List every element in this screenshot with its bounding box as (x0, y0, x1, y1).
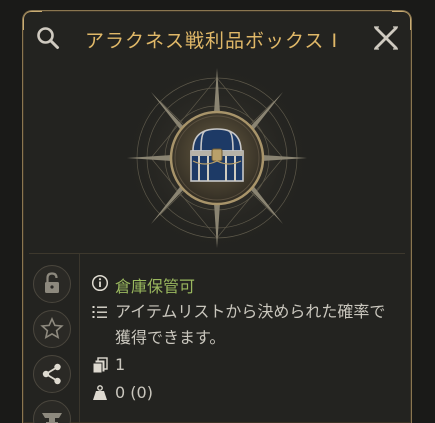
weight-icon (93, 385, 107, 400)
treasure-chest-icon (190, 128, 244, 182)
share-icon[interactable] (33, 355, 71, 393)
anvil-icon[interactable] (33, 400, 71, 423)
action-sidebar (23, 254, 80, 423)
item-count: 1 (91, 355, 125, 374)
item-weight: 0 (0) (91, 383, 153, 402)
item-title: アラクネス戦利品ボックス I (85, 30, 339, 52)
tooltip-header: アラクネス戦利品ボックス I (23, 11, 411, 63)
lock-icon[interactable] (33, 265, 71, 303)
description-text: アイテムリストから決められた確率で獲得できます。 (115, 302, 386, 347)
close-icon[interactable] (373, 25, 399, 51)
item-art-area (23, 63, 411, 253)
list-icon (92, 306, 107, 318)
info-icon (91, 274, 109, 292)
storage-status: 倉庫保管可 (91, 273, 195, 297)
stack-count-icon (92, 357, 108, 374)
search-icon[interactable] (35, 25, 61, 51)
star-icon[interactable] (33, 310, 71, 348)
section-divider (29, 253, 405, 254)
item-tooltip-panel: アラクネス戦利品ボックス I 倉庫保管可 アイテムリストから決められた確率で獲得… (22, 10, 412, 423)
item-description: アイテムリストから決められた確率で獲得できます。 (91, 299, 391, 351)
